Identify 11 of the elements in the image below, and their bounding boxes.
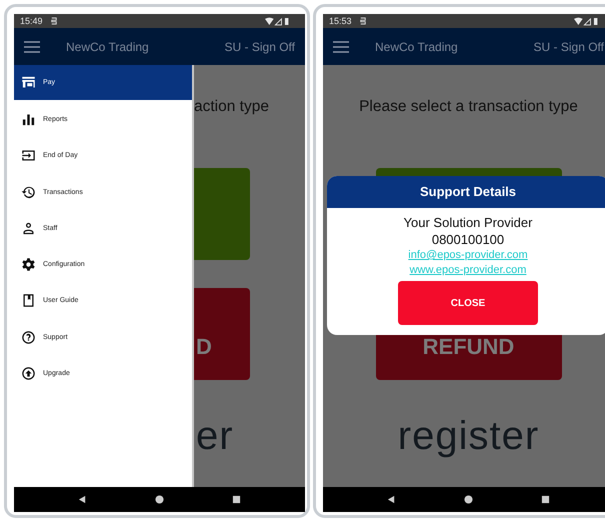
status-time: 15:53 xyxy=(329,16,352,26)
app-title: NewCo Trading xyxy=(375,40,458,54)
dialog-title: Support Details xyxy=(327,176,605,208)
dialog-text: Your Solution Provider xyxy=(404,214,532,231)
register-logo: er xyxy=(195,414,234,459)
app-title: NewCo Trading xyxy=(66,40,149,54)
dialog-text: 0800100100 xyxy=(432,231,504,248)
prompt-text: action type xyxy=(194,98,269,116)
prompt-text: Please select a transaction type xyxy=(359,98,578,116)
status-time: 15:49 xyxy=(20,16,43,26)
register-logo: register xyxy=(398,414,540,459)
